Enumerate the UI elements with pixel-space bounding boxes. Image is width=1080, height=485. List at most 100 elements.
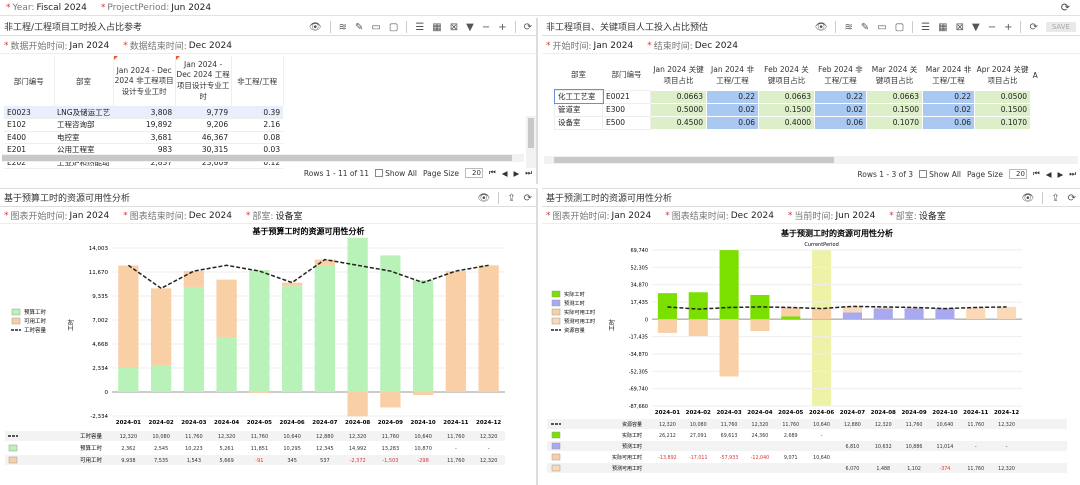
layers-icon[interactable]: ≋ (844, 22, 852, 33)
current-period-label: CurrentPeriod (804, 242, 838, 248)
monitor-icon[interactable]: ▭ (877, 22, 886, 33)
col-header[interactable]: 部室 (54, 56, 114, 106)
table-cell: 24,360 (752, 433, 769, 439)
grid-icon[interactable]: ▦ (432, 22, 441, 33)
table-row[interactable]: E0023 LNG及储运工艺 3,808 9,779 0.39 (4, 106, 284, 119)
bar-budget (118, 367, 139, 392)
x-tick-label: 2024-10 (932, 410, 957, 416)
table-row[interactable]: E102 工程咨询部 19,892 9,206 2.16 (4, 118, 284, 132)
legend-label: 预测可用工时 (564, 317, 595, 325)
export-icon[interactable]: ⇪ (507, 193, 515, 204)
bar-available (719, 319, 739, 377)
panel-filter-row: * 图表开始时间: Jan 2024 * 图表结束时间: Dec 2024 * 部室: 设备… (0, 208, 536, 224)
table-swatch (551, 442, 561, 450)
export-icon[interactable]: ⊠ (450, 22, 458, 33)
layers-icon[interactable]: ≋ (339, 22, 347, 33)
refresh-icon[interactable]: ⟳ (1061, 1, 1070, 14)
table-cell: E300 (602, 102, 651, 117)
refresh-icon[interactable]: ⟳ (1029, 22, 1037, 33)
col-header[interactable]: Feb 2024 非工程/工程 (815, 60, 867, 90)
col-header[interactable]: 部门编号 (603, 60, 651, 90)
add-icon[interactable]: + (498, 22, 506, 33)
table-cell: 10,640 (283, 434, 301, 440)
year-label: Year: (12, 2, 35, 13)
bar-available (249, 391, 270, 393)
first-page-icon[interactable]: ⏮ (489, 168, 496, 178)
table-cell: 0.0500 (974, 89, 1031, 104)
year-value[interactable]: Fiscal 2024 (36, 3, 86, 13)
col-header[interactable]: Feb 2024 关键项目占比 (759, 60, 815, 90)
table-cell: - (975, 445, 977, 450)
refresh-icon[interactable]: ⟳ (524, 193, 532, 204)
prev-page-icon[interactable]: ◀ (1046, 170, 1052, 179)
export-icon[interactable]: ⊠ (956, 22, 964, 33)
horizontal-scrollbar[interactable] (2, 154, 524, 162)
last-page-icon[interactable]: ⏭ (525, 168, 532, 178)
edit-icon[interactable]: ✎ (861, 22, 869, 33)
table-row-label: 实际工时 (622, 432, 642, 439)
col-header[interactable]: A (1031, 60, 1041, 90)
view-icon[interactable]: 👁 (309, 22, 322, 33)
filter-icon[interactable]: ▼ (466, 22, 474, 33)
prev-page-icon[interactable]: ◀ (502, 169, 508, 178)
col-header[interactable]: Apr 2024 关键项目占比 (975, 60, 1031, 90)
list-icon[interactable]: ☰ (415, 22, 424, 33)
table-cell: 10,080 (152, 434, 170, 440)
col-header[interactable]: Mar 2024 关键项目占比 (867, 60, 923, 90)
table-row[interactable]: E400 电控室 3,681 46,367 0.08 (4, 131, 284, 144)
table-swatch (551, 453, 561, 461)
view-icon[interactable]: 👁 (815, 22, 828, 33)
table-row[interactable]: 管道室 E300 0.5000 0.02 0.1500 0.02 0.1500 0.02 0.1… (554, 102, 1041, 117)
project-period-value[interactable]: Jun 2024 (171, 3, 211, 13)
last-page-icon[interactable]: ⏭ (1069, 169, 1076, 179)
view-icon[interactable]: 👁 (478, 193, 491, 204)
refresh-icon[interactable]: ⟳ (524, 22, 532, 33)
monitor-icon[interactable]: ▭ (371, 22, 380, 33)
page-size-input[interactable]: 20 (464, 168, 483, 178)
page-size-input[interactable]: 20 (1008, 169, 1027, 179)
next-page-icon[interactable]: ▶ (1057, 170, 1063, 179)
comment-icon[interactable]: ▢ (895, 22, 904, 33)
legend-label: 预测工时 (564, 299, 585, 307)
table-row[interactable]: 化工工艺室 E0021 0.0663 0.22 0.0663 0.22 0.0663 0.22… (553, 89, 1041, 104)
view-icon[interactable]: 👁 (1022, 193, 1035, 204)
table-cell: 345 (287, 458, 297, 464)
edit-icon[interactable]: ✎ (355, 22, 363, 33)
col-header[interactable]: 部室 (555, 60, 603, 90)
list-icon[interactable]: ☰ (921, 22, 930, 33)
horizontal-scrollbar[interactable] (544, 156, 1078, 164)
col-header[interactable]: Mar 2024 非工程/工程 (923, 60, 975, 90)
col-header[interactable]: 非工程/工程 (231, 56, 284, 106)
grid-icon[interactable]: ▦ (938, 22, 947, 33)
bar-available (997, 306, 1017, 320)
col-header[interactable]: Jan 2024 关键项目占比 (651, 60, 707, 90)
save-button[interactable]: SAVE (1045, 22, 1076, 32)
col-header[interactable]: Jan 2024 - Dec 2024 工程项目设计专业工时 (175, 56, 232, 106)
next-page-icon[interactable]: ▶ (513, 169, 519, 178)
table-cell: 0.0663 (758, 89, 815, 104)
filter-icon[interactable]: ▼ (972, 22, 980, 33)
add-icon[interactable]: + (1004, 22, 1012, 33)
col-header[interactable]: Jan 2024 - Dec 2024 非工程项目设计专业工时 (113, 56, 176, 106)
table-cell: 0.06 (814, 115, 867, 130)
first-page-icon[interactable]: ⏮ (1033, 169, 1040, 179)
x-tick-label: 2024-02 (149, 420, 174, 426)
bar-budget (150, 365, 172, 392)
y-axis-label: 工时 (608, 319, 616, 331)
col-header[interactable]: 部门编号 (4, 56, 55, 106)
table-cell: 0.02 (814, 102, 867, 117)
table-cell: 11,760 (782, 422, 799, 428)
col-header[interactable]: Jan 2024 非工程/工程 (707, 60, 759, 90)
table-row[interactable]: 设备室 E500 0.4500 0.06 0.4000 0.06 0.1070 0.06 0.1… (554, 115, 1041, 130)
export-icon[interactable]: ⇪ (1051, 193, 1059, 204)
vertical-scrollbar[interactable] (526, 116, 536, 168)
refresh-icon[interactable]: ⟳ (1068, 193, 1076, 204)
panel-filter-row: * 数据开始时间: Jan 2024 * 数据结束时间: Dec 2024 (0, 38, 536, 54)
table-cell: 69,613 (721, 433, 738, 439)
table-cell: 12,320 (998, 422, 1015, 428)
comment-icon[interactable]: ▢ (389, 22, 398, 33)
remove-icon[interactable]: − (988, 22, 996, 33)
remove-icon[interactable]: − (482, 22, 490, 33)
bar-available (150, 288, 172, 366)
x-tick-label: 2024-11 (443, 420, 468, 426)
